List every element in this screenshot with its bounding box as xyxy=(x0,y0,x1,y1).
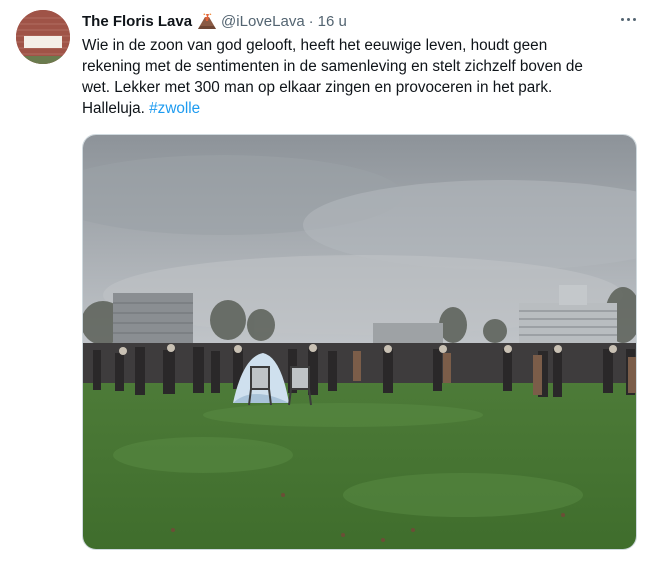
more-dot xyxy=(620,17,624,21)
tweet-text-line-last: Halleluja. #zwolle xyxy=(82,98,622,119)
more-icon[interactable] xyxy=(616,9,640,29)
tweet-text-line-end: Halleluja. xyxy=(82,100,150,117)
hashtag-link[interactable]: #zwolle xyxy=(149,100,200,117)
separator-dot: · xyxy=(308,12,314,30)
tweet-header: The Floris Lava @iLoveLava · 16 u xyxy=(82,11,347,31)
timestamp[interactable]: 16 u xyxy=(318,13,347,30)
tweet[interactable]: The Floris Lava @iLoveLava · 16 u Wie in… xyxy=(0,0,662,561)
tweet-text-line: rekening met de sentimenten in de samenl… xyxy=(82,58,583,75)
tweet-text-line: Wie in de zoon van god gelooft, heeft he… xyxy=(82,37,548,54)
tweet-photo[interactable] xyxy=(82,134,637,550)
tweet-text: Wie in de zoon van god gelooft, heeft he… xyxy=(82,35,622,119)
display-name[interactable]: The Floris Lava xyxy=(82,13,192,30)
tweet-text-line: wet. Lekker met 300 man op elkaar zingen… xyxy=(82,79,553,96)
handle[interactable]: @iLoveLava xyxy=(221,13,305,30)
avatar[interactable] xyxy=(16,10,70,64)
more-dot xyxy=(632,17,636,21)
more-dot xyxy=(626,17,630,21)
volcano-emoji-icon xyxy=(197,12,217,30)
